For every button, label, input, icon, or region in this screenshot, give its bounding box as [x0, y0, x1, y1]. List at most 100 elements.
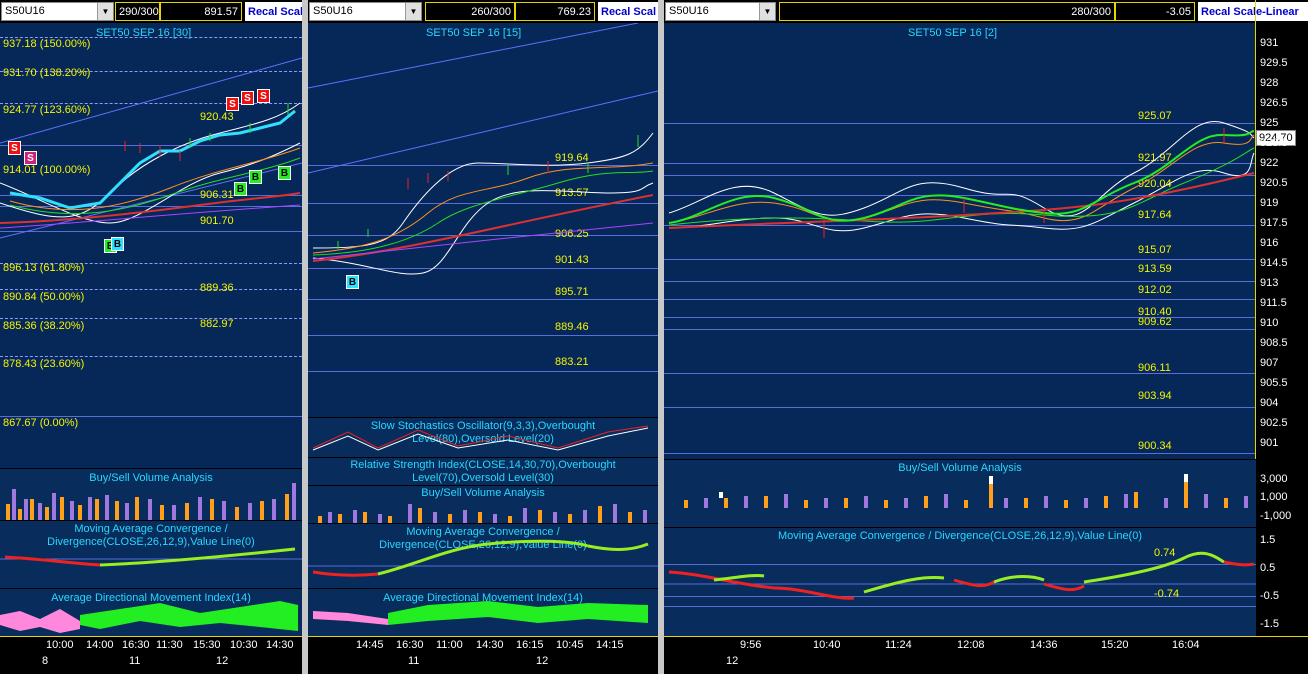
axis-tick: 922 — [1260, 157, 1279, 169]
time-label: 11:24 — [885, 639, 912, 651]
symbol-value: S50U16 — [669, 5, 709, 17]
price-chart[interactable]: SET50 SEP 16 [15] 919.64 913.57 906.25 9… — [308, 23, 658, 417]
chart-panel-30min: S50U16 ▼ 290/300 891.57 Recal Scal SET50… — [0, 0, 302, 674]
date-label: 8 — [42, 655, 49, 667]
macd-plot — [308, 539, 658, 577]
stochastic-plot — [312, 425, 649, 451]
time-label: 16:30 — [396, 639, 424, 651]
adx-pane[interactable]: Average Directional Movement Index(14) — [308, 588, 658, 636]
time-label: 15:20 — [1101, 639, 1129, 651]
recal-scale-button[interactable]: Recal Scal — [598, 2, 658, 21]
time-label: 10:30 — [230, 639, 258, 651]
macd-pane[interactable]: Moving Average Convergence / Divergence(… — [664, 527, 1256, 636]
symbol-selector[interactable]: S50U16 ▼ — [309, 2, 422, 21]
axis-tick: 0.5 — [1260, 562, 1276, 574]
volume-bars — [318, 504, 647, 524]
macd-pane[interactable]: Moving Average Convergence / Divergence(… — [308, 523, 658, 588]
axis-tick: 908.5 — [1260, 337, 1288, 349]
stochastic-pane[interactable]: Slow Stochastics Oscillator(9,3,3),Overb… — [308, 417, 658, 457]
price-chart[interactable]: SET50 SEP 16 [2] 925.07 921.97 920.04 91… — [664, 23, 1256, 459]
time-label: 11:30 — [156, 639, 183, 651]
axis-tick: 917.5 — [1260, 217, 1288, 229]
bar-count: 280/300 — [779, 2, 1115, 21]
time-label: 14:30 — [476, 639, 504, 651]
buy-sell-volume-pane[interactable]: Buy/Sell Volume Analysis — [308, 485, 658, 524]
adx-pane[interactable]: Average Directional Movement Index(14) — [0, 588, 302, 636]
chevron-down-icon[interactable]: ▼ — [97, 3, 113, 20]
time-label: 14:00 — [86, 639, 114, 651]
adx-plot — [313, 601, 648, 625]
volume-bars — [684, 474, 1248, 508]
axis-tick: 911.5 — [1260, 297, 1287, 309]
axis-tick: 916 — [1260, 237, 1279, 249]
recal-scale-button[interactable]: Recal Scale-Linear — [1198, 2, 1308, 21]
adx-plot — [0, 601, 298, 633]
volume-bars — [6, 483, 296, 521]
price-axis: 931 929.5 928 926.5 925 923.5 922 920.5 … — [1260, 23, 1308, 459]
price-readout: -3.05 — [1115, 2, 1195, 21]
sell-signal[interactable]: S — [24, 151, 37, 165]
price-readout: 769.23 — [515, 2, 595, 21]
buy-signal[interactable]: B — [249, 170, 262, 184]
symbol-selector[interactable]: S50U16 ▼ — [665, 2, 776, 21]
buy-sell-volume-pane[interactable]: Buy/Sell Volume Analysis — [664, 459, 1256, 527]
buy-sell-volume-pane[interactable]: Buy/Sell Volume Analysis — [0, 468, 302, 521]
axis-tick: 3,000 — [1260, 473, 1288, 485]
axis-tick: 1,000 — [1260, 491, 1288, 503]
date-label: 12 — [216, 655, 229, 667]
axis-tick: 907 — [1260, 357, 1279, 369]
time-label: 10:45 — [556, 639, 584, 651]
time-label: 9:56 — [740, 639, 762, 651]
panel-toolbar: S50U16 ▼ 260/300 769.23 Recal Scal — [308, 0, 658, 23]
axis-tick: 923.5 — [1260, 137, 1288, 149]
time-label: 14:45 — [356, 639, 384, 651]
axis-tick: 919 — [1260, 197, 1279, 209]
recal-scale-button[interactable]: Recal Scal — [245, 2, 302, 21]
axis-tick: 925 — [1260, 117, 1279, 129]
price-plot — [668, 121, 1255, 238]
date-label: 12 — [726, 655, 739, 667]
axis-tick: 931 — [1260, 37, 1279, 49]
buy-signal[interactable]: B — [234, 182, 247, 196]
time-label: 16:15 — [516, 639, 544, 651]
time-label: 10:40 — [813, 639, 841, 651]
time-label: 11:00 — [436, 639, 463, 651]
time-label: 16:04 — [1172, 639, 1200, 651]
symbol-selector[interactable]: S50U16 ▼ — [1, 2, 114, 21]
sell-signal[interactable]: S — [257, 89, 270, 103]
chart-panel-15min: S50U16 ▼ 260/300 769.23 Recal Scal SET50… — [308, 0, 658, 674]
date-label: 12 — [536, 655, 549, 667]
buy-signal[interactable]: B — [111, 237, 124, 251]
axis-tick: 1.5 — [1260, 534, 1276, 546]
macd-pane[interactable]: Moving Average Convergence / Divergence(… — [0, 520, 302, 588]
axis-tick: -1.5 — [1260, 618, 1279, 630]
chevron-down-icon[interactable]: ▼ — [405, 3, 421, 20]
sell-signal[interactable]: S — [8, 141, 21, 155]
rsi-pane[interactable]: Relative Strength Index(CLOSE,14,30,70),… — [308, 457, 658, 485]
time-label: 12:08 — [957, 639, 985, 651]
price-plot — [308, 23, 658, 275]
sell-signal[interactable]: S — [226, 97, 239, 111]
axis-tick: 928 — [1260, 77, 1279, 89]
sell-signal[interactable]: S — [241, 91, 254, 105]
axis-tick: 914.5 — [1260, 257, 1288, 269]
symbol-value: S50U16 — [313, 5, 353, 17]
axis-tick: 913 — [1260, 277, 1279, 289]
time-label: 14:30 — [266, 639, 294, 651]
date-label: 11 — [129, 655, 141, 667]
chevron-down-icon[interactable]: ▼ — [759, 3, 775, 20]
axis-tick: 929.5 — [1260, 57, 1288, 69]
buy-signal[interactable]: B — [278, 166, 291, 180]
date-label: 11 — [408, 655, 420, 667]
price-readout: 891.57 — [160, 2, 242, 21]
time-label: 14:36 — [1030, 639, 1058, 651]
panel-toolbar: S50U16 ▼ 280/300 -3.05 Recal Scale-Linea… — [664, 0, 1308, 23]
axis-tick: 901 — [1260, 437, 1279, 449]
axis-tick: 905.5 — [1260, 377, 1288, 389]
panel-toolbar: S50U16 ▼ 290/300 891.57 Recal Scal — [0, 0, 302, 23]
price-chart[interactable]: SET50 SEP 16 [30] 937.18 (150.00%) 931.7… — [0, 23, 302, 468]
axis-tick: 902.5 — [1260, 417, 1288, 429]
bar-count: 260/300 — [425, 2, 515, 21]
buy-signal[interactable]: B — [346, 275, 359, 289]
time-axis: 14:45 16:30 11:00 14:30 16:15 10:45 14:1… — [308, 636, 658, 674]
